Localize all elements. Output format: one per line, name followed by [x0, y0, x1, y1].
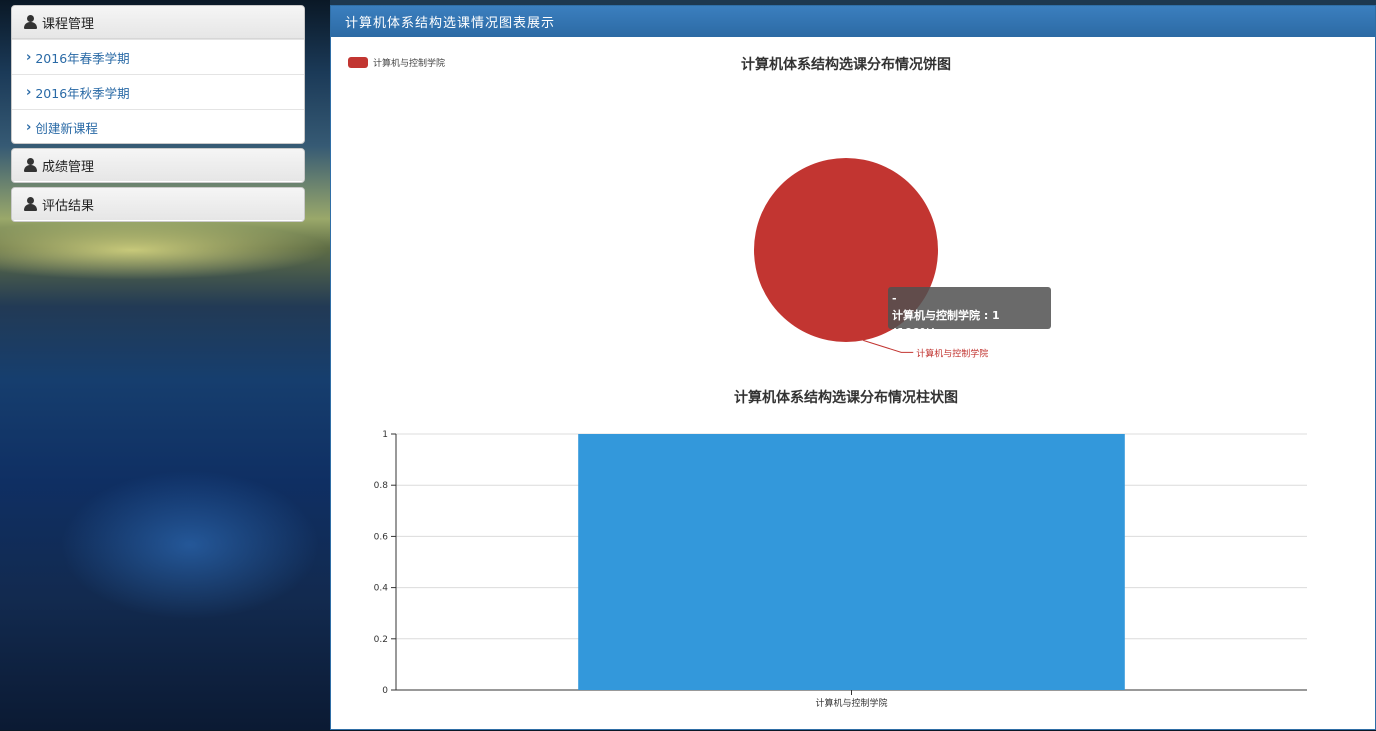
y-tick-label: 0.2	[374, 635, 388, 645]
evaluation-results-title: 评估结果	[42, 198, 95, 214]
y-tick-label: 0.6	[374, 532, 389, 542]
grades-management-panel: 成绩管理	[11, 148, 305, 183]
background-glow-blue	[60, 470, 320, 620]
menu-item-label: 创建新课程	[35, 120, 98, 136]
pie-label-line	[863, 339, 914, 353]
menu-item-spring-2016[interactable]: › 2016年春季学期	[12, 39, 304, 74]
evaluation-results-panel: 评估结果	[11, 187, 305, 222]
x-tick-label: 计算机与控制学院	[815, 697, 887, 709]
tooltip-value: 计算机与控制学院 : 1 (100%)	[892, 309, 1000, 339]
grades-management-header[interactable]: 成绩管理	[12, 149, 304, 181]
pie-slice-label: 计算机与控制学院	[916, 347, 988, 359]
main-panel: 计算机体系结构选课情况图表展示 计算机与控制学院 计算机体系结构选课分布情况饼图…	[330, 5, 1376, 730]
chevron-right-icon: ›	[26, 49, 32, 65]
menu-item-fall-2016[interactable]: › 2016年秋季学期	[12, 74, 304, 109]
user-icon	[24, 158, 37, 172]
y-tick-label: 0.4	[374, 584, 389, 594]
course-management-header[interactable]: 课程管理	[12, 6, 304, 39]
menu-item-create-course[interactable]: › 创建新课程	[12, 109, 304, 143]
menu-item-label: 2016年春季学期	[35, 50, 130, 66]
bar-chart-title: 计算机体系结构选课分布情况柱状图	[734, 390, 958, 406]
chevron-right-icon: ›	[26, 84, 32, 100]
y-tick-label: 1	[382, 430, 388, 440]
user-icon	[24, 15, 37, 29]
user-icon	[24, 197, 37, 211]
chevron-right-icon: ›	[26, 119, 32, 135]
y-tick-label: 0.8	[374, 481, 389, 491]
course-management-panel: 课程管理 › 2016年春季学期 › 2016年秋季学期 › 创建新课程	[11, 5, 305, 144]
menu-item-label: 2016年秋季学期	[35, 85, 130, 101]
pie-tooltip: - 计算机与控制学院 : 1 (100%)	[888, 287, 1051, 339]
bar	[578, 434, 1125, 690]
evaluation-results-header[interactable]: 评估结果	[12, 188, 304, 220]
tooltip-series: -	[892, 292, 897, 305]
background-glow	[0, 220, 330, 280]
bar-chart: 0 0.2 0.4 0.6 0.8 1 计算机与控制学院	[374, 430, 1307, 709]
course-management-title: 课程管理	[42, 16, 95, 32]
pie-chart: 计算机与控制学院	[754, 158, 988, 359]
y-tick-label: 0	[382, 686, 388, 696]
grades-management-title: 成绩管理	[42, 159, 95, 175]
